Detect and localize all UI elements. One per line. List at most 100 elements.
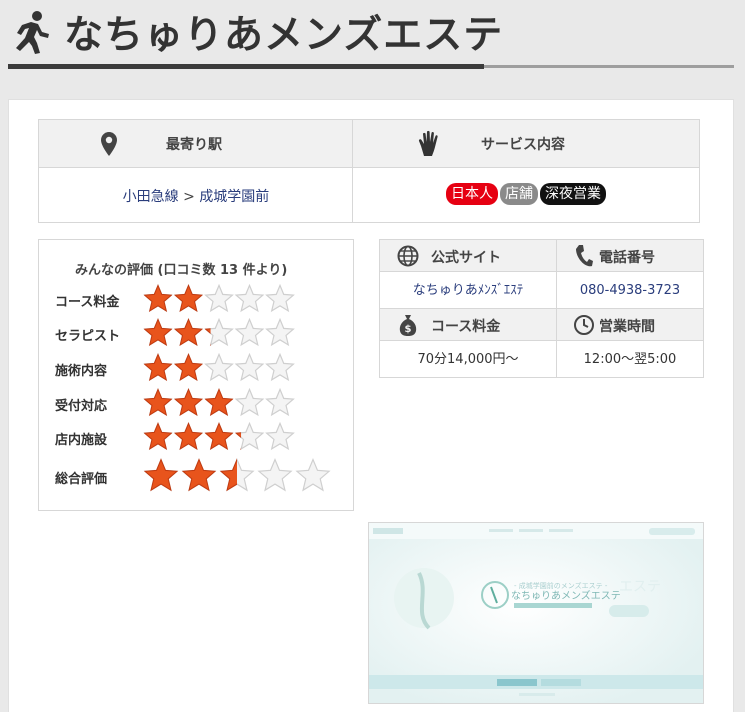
service-tags: 日本人 店舗 深夜営業 [353,183,699,205]
star-icon [265,318,295,347]
running-person-icon [16,11,49,54]
star-icon [173,353,204,382]
service-value-cell: 日本人 店舗 深夜営業 [353,168,699,222]
star-icon [181,458,217,492]
svg-text:$: $ [405,324,412,335]
website-screenshot[interactable]: - 成城学園前のメンズエステ - なちゅりあメンズエステ エステ [368,522,704,704]
station-header-cell: 最寄り駅 [39,120,353,168]
svg-text:- 成城学園前のメンズエステ -: - 成城学園前のメンズエステ - [514,581,608,590]
station-value-cell: 小田急線 > 成城学園前 [39,168,353,222]
website-header-cell: 公式サイト [380,240,557,272]
star-icon [204,318,234,347]
star-icon [204,422,234,451]
svg-text:エステ: エステ [619,579,661,595]
star-icon [143,353,173,382]
station-value: 小田急線 > 成城学園前 [39,186,353,206]
star-rating-graphic [143,353,295,382]
rating-stars [143,353,296,383]
star-icon [265,422,295,451]
star-icon [257,458,293,492]
clock-icon [574,315,594,335]
page-header: なちゅりあメンズエステ [0,0,745,72]
star-rating-graphic [143,318,295,347]
star-icon [234,318,265,347]
star-icon [204,284,234,313]
star-icon [173,318,204,347]
rating-row-facilities: 店内施設 [55,422,345,452]
star-icon [204,388,234,417]
star-icon [173,284,204,313]
star-icon [143,422,173,451]
money-bag-icon: $ [399,315,417,336]
ratings-title: みんなの評価 (口コミ数 13 件より) [75,263,288,278]
rating-label: 施術内容 [55,364,108,379]
phone-icon [576,245,593,267]
tag-store: 店舗 [500,183,538,205]
price-header-label: コース料金 [431,319,501,335]
star-icon [234,422,265,451]
price-header-cell: $ コース料金 [380,309,557,341]
title-underline-light [484,65,734,68]
rating-stars [143,284,296,314]
rating-row-course-price: コース料金 [55,284,345,314]
star-icon [204,353,234,382]
tag-late-night: 深夜営業 [540,183,606,205]
website-header-label: 公式サイト [431,250,501,266]
phone-link[interactable]: 080-4938-3723 [557,272,703,309]
map-pin-icon [101,132,117,156]
rating-row-reception: 受付対応 [55,388,345,418]
website-link[interactable]: なちゅりあﾒﾝｽﾞｴｽﾃ [380,272,557,309]
star-icon [143,284,173,313]
star-rating-graphic [143,458,331,492]
rating-stars [143,388,296,418]
rating-stars [143,458,333,494]
phone-header-label: 電話番号 [599,250,655,266]
rating-label: 店内施設 [55,433,108,448]
rating-label: 受付対応 [55,399,108,414]
info-table: 最寄り駅 サービス内容 小田急線 > 成城学園前 日本人 店舗 深夜営業 [38,119,700,223]
hand-icon [418,130,438,156]
page-title: なちゅりあメンズエステ [64,13,504,58]
rating-row-treatment: 施術内容 [55,353,345,383]
hours-header-cell: 営業時間 [557,309,703,341]
star-icon [234,353,265,382]
rating-label: セラピスト [55,329,121,344]
website-screenshot-image: - 成城学園前のメンズエステ - なちゅりあメンズエステ エステ [369,523,703,703]
hours-value: 12:00～翌5:00 [583,352,677,367]
star-rating-graphic [143,422,295,451]
title-underline [8,64,484,69]
station-name-link[interactable]: 成城学園前 [199,189,269,205]
rating-stars [143,318,296,348]
ratings-box: みんなの評価 (口コミ数 13 件より) コース料金 セラピスト 施術内容 受付… [38,239,354,511]
star-icon [173,388,204,417]
star-icon [143,458,179,492]
star-icon [234,284,265,313]
hours-header-label: 営業時間 [599,319,655,335]
star-icon [234,388,265,417]
rating-label: 総合評価 [55,472,108,487]
service-header-cell: サービス内容 [353,120,699,168]
contact-table: 公式サイト 電話番号 なちゅりあﾒﾝｽﾞｴｽﾃ 080-4938-3723 $ … [379,239,704,378]
service-header-label: サービス内容 [481,137,565,153]
rating-stars [143,422,296,452]
rating-label: コース料金 [55,295,120,310]
globe-icon [397,245,419,267]
station-header-label: 最寄り駅 [166,137,222,153]
star-icon [219,458,255,492]
station-line-link[interactable]: 小田急線 [123,189,179,205]
star-rating-graphic [143,284,295,313]
station-separator: > [183,189,195,205]
thumbnail-caption: なちゅりあメンズエステ [511,589,621,602]
rating-row-therapist: セラピスト [55,318,345,348]
star-icon [173,422,204,451]
star-icon [143,388,173,417]
price-value: 70分14,000円～ [380,341,557,378]
phone-header-cell: 電話番号 [557,240,703,272]
star-icon [265,353,295,382]
tag-japanese: 日本人 [446,183,498,205]
star-icon [143,318,173,347]
star-icon [295,458,331,492]
rating-row-overall: 総合評価 [55,458,345,492]
star-icon [265,388,295,417]
star-icon [265,284,295,313]
